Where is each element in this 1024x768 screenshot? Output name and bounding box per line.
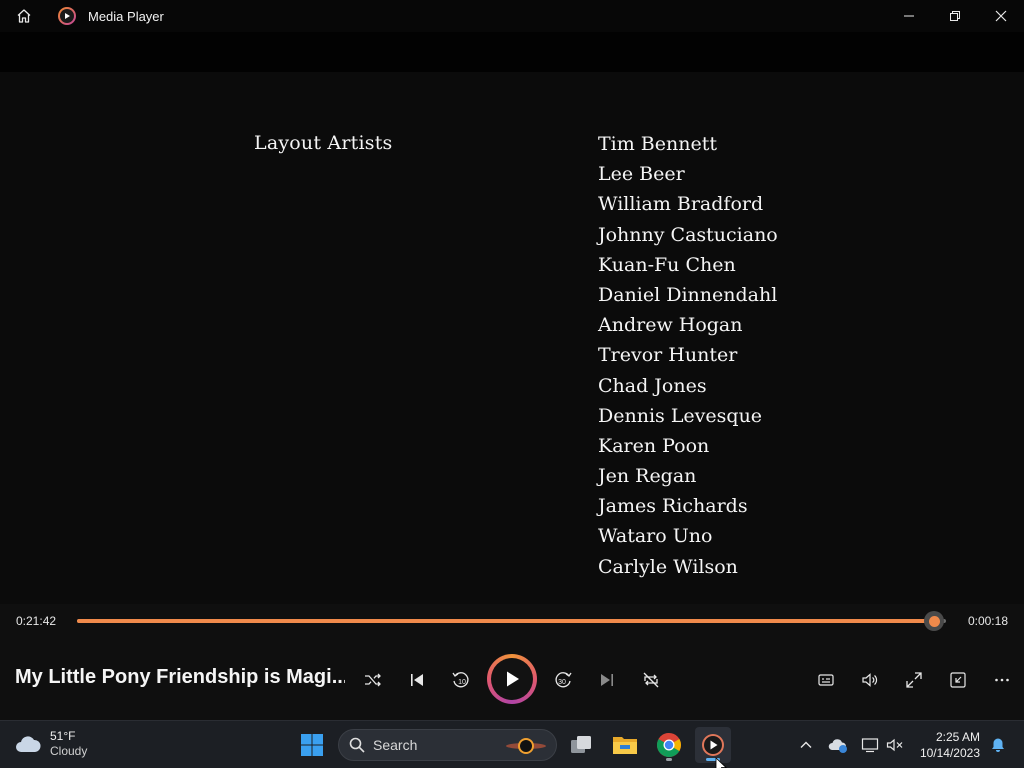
credit-name: Trevor Hunter bbox=[598, 344, 738, 367]
weather-temperature: 51°F bbox=[50, 729, 76, 743]
close-button[interactable] bbox=[978, 0, 1024, 32]
file-explorer-button[interactable] bbox=[607, 727, 643, 763]
cloud-icon bbox=[16, 736, 41, 752]
home-button[interactable] bbox=[0, 0, 48, 32]
eclipse-search-highlight-icon bbox=[506, 738, 546, 754]
repeat-button[interactable] bbox=[633, 662, 669, 698]
credit-name: Jen Regan bbox=[598, 465, 697, 488]
more-icon bbox=[995, 678, 1009, 682]
mouse-cursor bbox=[715, 757, 727, 768]
credit-name: Karen Poon bbox=[598, 434, 710, 457]
system-clock[interactable]: 2:25 AM 10/14/2023 bbox=[920, 729, 980, 761]
media-player-icon bbox=[702, 734, 724, 756]
search-label: Search bbox=[373, 737, 418, 753]
show-hidden-icons-button[interactable] bbox=[788, 727, 824, 763]
seek-bar-area: 0:21:42 0:00:18 bbox=[0, 604, 1024, 640]
shuffle-button[interactable] bbox=[355, 662, 391, 698]
taskbar: 51°F Cloudy Search 2:25 AM 10/14/2023 bbox=[0, 720, 1024, 768]
play-button[interactable] bbox=[487, 654, 537, 704]
start-icon bbox=[301, 734, 323, 756]
search-icon bbox=[349, 737, 365, 753]
remaining-time: 0:00:18 bbox=[967, 614, 1008, 628]
chrome-icon bbox=[656, 733, 681, 758]
credit-name: William Bradford bbox=[598, 193, 764, 216]
skip-forward-button[interactable]: 30 bbox=[545, 662, 581, 698]
mini-player-icon bbox=[950, 672, 966, 688]
notifications-button[interactable] bbox=[980, 727, 1016, 763]
media-player-icon bbox=[58, 7, 76, 25]
repeat-off-icon bbox=[643, 672, 659, 688]
volume-muted-icon bbox=[886, 738, 903, 752]
credit-name: Johnny Castuciano bbox=[598, 223, 778, 246]
credit-name: Lee Beer bbox=[598, 163, 685, 186]
restore-button[interactable] bbox=[932, 0, 978, 32]
volume-button[interactable] bbox=[852, 662, 888, 698]
seek-thumb[interactable] bbox=[924, 611, 944, 631]
task-view-button[interactable] bbox=[563, 727, 599, 763]
video-frame[interactable]: Layout Artists Tim Bennett Lee Beer Will… bbox=[0, 32, 1024, 604]
credit-role-heading: Layout Artists bbox=[254, 132, 393, 154]
home-icon bbox=[17, 9, 31, 23]
next-button[interactable] bbox=[589, 662, 625, 698]
start-button[interactable] bbox=[294, 727, 330, 763]
svg-text:30: 30 bbox=[558, 679, 566, 686]
skip-back-button[interactable]: 10 bbox=[443, 662, 479, 698]
previous-button[interactable] bbox=[399, 662, 435, 698]
clock-time: 2:25 AM bbox=[935, 730, 980, 744]
title-bar: Media Player bbox=[0, 0, 1024, 32]
credit-name: James Richards bbox=[598, 495, 748, 518]
skip-forward-icon: 30 bbox=[555, 672, 572, 688]
file-explorer-icon bbox=[613, 737, 637, 754]
credit-name: Carlyle Wilson bbox=[598, 555, 738, 578]
credit-names-list: Tim Bennett Lee Beer William Bradford Jo… bbox=[598, 132, 778, 585]
subtitles-button[interactable] bbox=[808, 662, 844, 698]
credit-name: Daniel Dinnendahl bbox=[598, 283, 778, 306]
weather-condition: Cloudy bbox=[50, 744, 88, 758]
chevron-up-icon bbox=[800, 741, 812, 748]
shuffle-icon bbox=[365, 673, 381, 687]
svg-text:10: 10 bbox=[458, 679, 466, 686]
now-playing-title: My Little Pony Friendship is Magi... bbox=[15, 666, 345, 688]
fullscreen-icon bbox=[906, 672, 922, 688]
chrome-button[interactable] bbox=[651, 727, 687, 763]
credit-name: Chad Jones bbox=[598, 374, 707, 397]
credit-name: Wataro Uno bbox=[598, 525, 713, 548]
seek-slider[interactable] bbox=[77, 611, 946, 631]
credit-name: Dennis Levesque bbox=[598, 404, 763, 427]
volume-icon bbox=[862, 673, 878, 687]
window-title: Media Player bbox=[88, 8, 164, 24]
onedrive-icon bbox=[828, 739, 847, 753]
seek-progress-fill bbox=[77, 619, 934, 623]
restore-icon bbox=[950, 11, 960, 21]
mini-player-button[interactable] bbox=[940, 662, 976, 698]
media-player-window: Media Player Layout Artists Tim Bennett … bbox=[0, 0, 1024, 768]
credit-name: Kuan-Fu Chen bbox=[598, 253, 736, 276]
play-icon bbox=[507, 671, 519, 687]
minimize-button[interactable] bbox=[886, 0, 932, 32]
taskbar-search[interactable]: Search bbox=[338, 729, 557, 761]
subtitles-icon bbox=[818, 674, 834, 686]
skip-back-icon: 10 bbox=[452, 672, 469, 688]
more-options-button[interactable] bbox=[984, 662, 1020, 698]
playback-controls: My Little Pony Friendship is Magi... 10 bbox=[0, 640, 1024, 720]
close-icon bbox=[995, 10, 1007, 22]
onedrive-tray-button[interactable] bbox=[820, 727, 856, 763]
elapsed-time: 0:21:42 bbox=[16, 614, 57, 628]
volume-tray-button[interactable] bbox=[877, 727, 913, 763]
fullscreen-button[interactable] bbox=[896, 662, 932, 698]
next-icon bbox=[601, 674, 613, 686]
weather-widget[interactable]: 51°F Cloudy bbox=[14, 729, 87, 759]
clock-date: 10/14/2023 bbox=[919, 746, 980, 760]
minimize-icon bbox=[904, 15, 914, 17]
task-view-icon bbox=[571, 736, 591, 753]
credit-name: Tim Bennett bbox=[598, 133, 718, 155]
credit-name: Andrew Hogan bbox=[598, 314, 743, 337]
notification-bell-icon bbox=[992, 738, 1004, 752]
previous-icon bbox=[411, 674, 423, 686]
